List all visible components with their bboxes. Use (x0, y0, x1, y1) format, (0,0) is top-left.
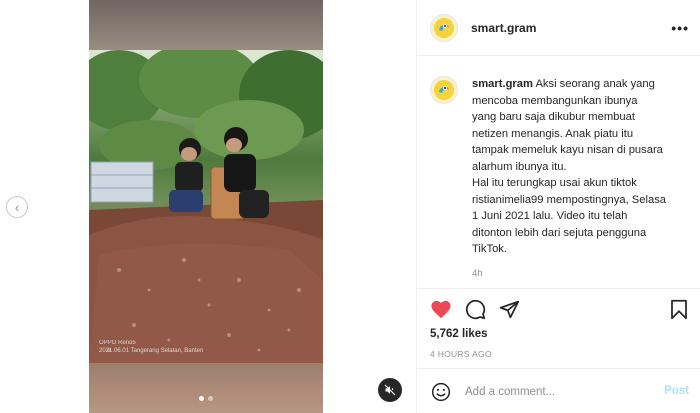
caption-line: 1 Juni 2021 lalu. Video itu telah (472, 210, 628, 222)
post-actions: 5,762 likes 4 HOURS AGO Post (417, 288, 700, 413)
comment-bubble-icon (465, 299, 485, 319)
video-blur-top (89, 0, 323, 50)
post-side-panel: smart.gram ••• smart.gram Aksi seorang a… (416, 0, 700, 413)
caption-line: alarhum ibunya itu. (472, 160, 567, 173)
video-frame: OPPO Reno5 2021.06.01 Tangerang Selatan,… (89, 50, 323, 363)
video-blur-bottom (89, 363, 323, 413)
emoji-smile-icon (431, 382, 451, 401)
caption-line: Hal itu terungkap usai akun tiktok (472, 177, 637, 189)
more-options-icon[interactable]: ••• (671, 20, 689, 36)
like-button[interactable] (429, 297, 453, 321)
comment-button[interactable] (463, 297, 487, 321)
caption-username[interactable]: smart.gram (472, 78, 533, 90)
carousel-dot-1 (199, 396, 204, 401)
caption-avatar[interactable] (430, 76, 458, 104)
post-video[interactable]: OPPO Reno5 2021.06.01 Tangerang Selatan,… (89, 0, 323, 413)
bookmark-icon (671, 299, 687, 319)
caption-line: mencoba membangunkan ibunya (472, 94, 638, 107)
post-comment-button[interactable]: Post (664, 385, 689, 397)
chevron-left-icon: ‹ (14, 199, 20, 215)
caption-line: TikTok. (472, 243, 508, 255)
smart-gram-logo-icon (434, 17, 454, 38)
caption-line: Aksi seorang anak yang (535, 78, 655, 90)
speaker-muted-icon (384, 384, 396, 396)
media-area: ‹ OPPO Reno5 2021.06.01 Tangerang Selata… (0, 0, 416, 413)
mute-button[interactable] (378, 378, 402, 402)
action-icons-row (429, 297, 691, 323)
post-timestamp[interactable]: 4 HOURS AGO (430, 349, 492, 359)
caption-line: ditonton lebih dari sejuta pengguna (472, 226, 647, 239)
like-count[interactable]: 5,762 likes (430, 328, 488, 340)
share-button[interactable] (497, 297, 521, 321)
caption-timestamp[interactable]: 4h (472, 266, 666, 283)
emoji-button[interactable] (430, 381, 452, 403)
save-button[interactable] (667, 297, 691, 321)
heart-icon (431, 300, 451, 319)
post-header: smart.gram ••• (417, 0, 700, 56)
carousel-dot-2 (208, 396, 213, 401)
comment-input[interactable] (465, 385, 645, 398)
smart-gram-logo-icon (434, 80, 454, 100)
caption-line: ristianimelia99 mempostingnya, Selasa (472, 193, 667, 206)
caption-line: tampak memeluk kayu nisan di pusara (472, 144, 663, 156)
video-watermark: OPPO Reno5 2021.06.01 Tangerang Selatan,… (99, 340, 204, 354)
caption-line: netizen menangis. Anak piatu itu (472, 127, 634, 140)
previous-media-button[interactable]: ‹ (6, 196, 28, 218)
caption-text: smart.gram Aksi seorang anak yang mencob… (472, 76, 666, 282)
add-comment-row: Post (417, 368, 700, 413)
post-caption: smart.gram Aksi seorang anak yang mencob… (430, 76, 692, 282)
carousel-indicator (89, 396, 323, 401)
paper-plane-icon (499, 300, 519, 318)
post-author-username[interactable]: smart.gram (471, 21, 536, 35)
caption-line: yang baru saja dikubur membuat (472, 111, 635, 123)
avatar[interactable] (430, 13, 458, 42)
video-scene-illustration (89, 50, 323, 363)
